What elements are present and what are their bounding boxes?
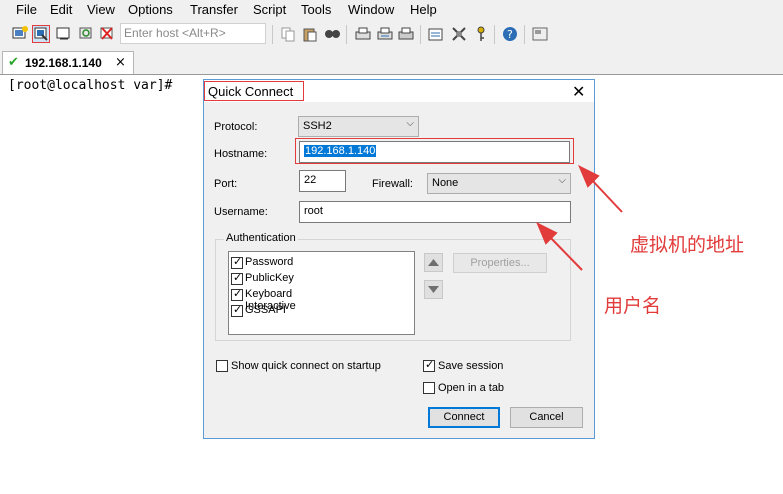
vm-address-annotation: 虚拟机的地址 xyxy=(630,234,745,256)
username-annotation: 用户名 xyxy=(604,295,662,317)
arrow-to-hostname xyxy=(578,164,623,213)
arrow-to-username xyxy=(536,221,583,271)
